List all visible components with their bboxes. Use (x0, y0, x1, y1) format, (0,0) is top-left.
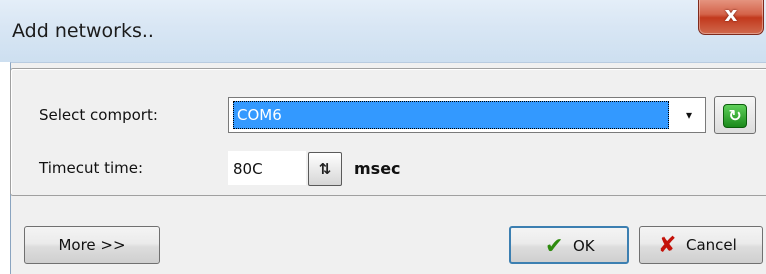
refresh-icon: ↻ (723, 104, 747, 128)
chevron-down-icon[interactable]: ▾ (677, 98, 701, 132)
refresh-button[interactable]: ↻ (714, 96, 756, 134)
timeout-label: Timecut time: (39, 159, 144, 177)
comport-select[interactable]: COM6 ▾ (228, 97, 706, 133)
timeout-input[interactable]: 80C (228, 151, 306, 185)
ok-button[interactable]: ✔ OK (509, 226, 629, 264)
spin-arrows-icon: ⇅ (318, 160, 332, 178)
close-button[interactable]: x (698, 0, 764, 35)
comport-selected-value[interactable]: COM6 (233, 101, 669, 129)
x-icon: ✘ (658, 233, 677, 258)
check-icon: ✔ (545, 234, 564, 259)
timeout-unit: msec (354, 159, 401, 178)
timeout-spin-button[interactable]: ⇅ (308, 152, 342, 186)
more-button[interactable]: More >> (24, 226, 160, 264)
window-title: Add networks.. (12, 20, 154, 42)
cancel-button[interactable]: ✘ Cancel (639, 226, 763, 264)
more-button-label: More >> (58, 236, 126, 254)
ok-button-label: OK (573, 237, 595, 255)
cancel-button-label: Cancel (686, 236, 737, 254)
close-icon: x (724, 2, 738, 26)
title-bar: Add networks.. x (0, 0, 766, 62)
comport-label: Select comport: (39, 106, 158, 124)
